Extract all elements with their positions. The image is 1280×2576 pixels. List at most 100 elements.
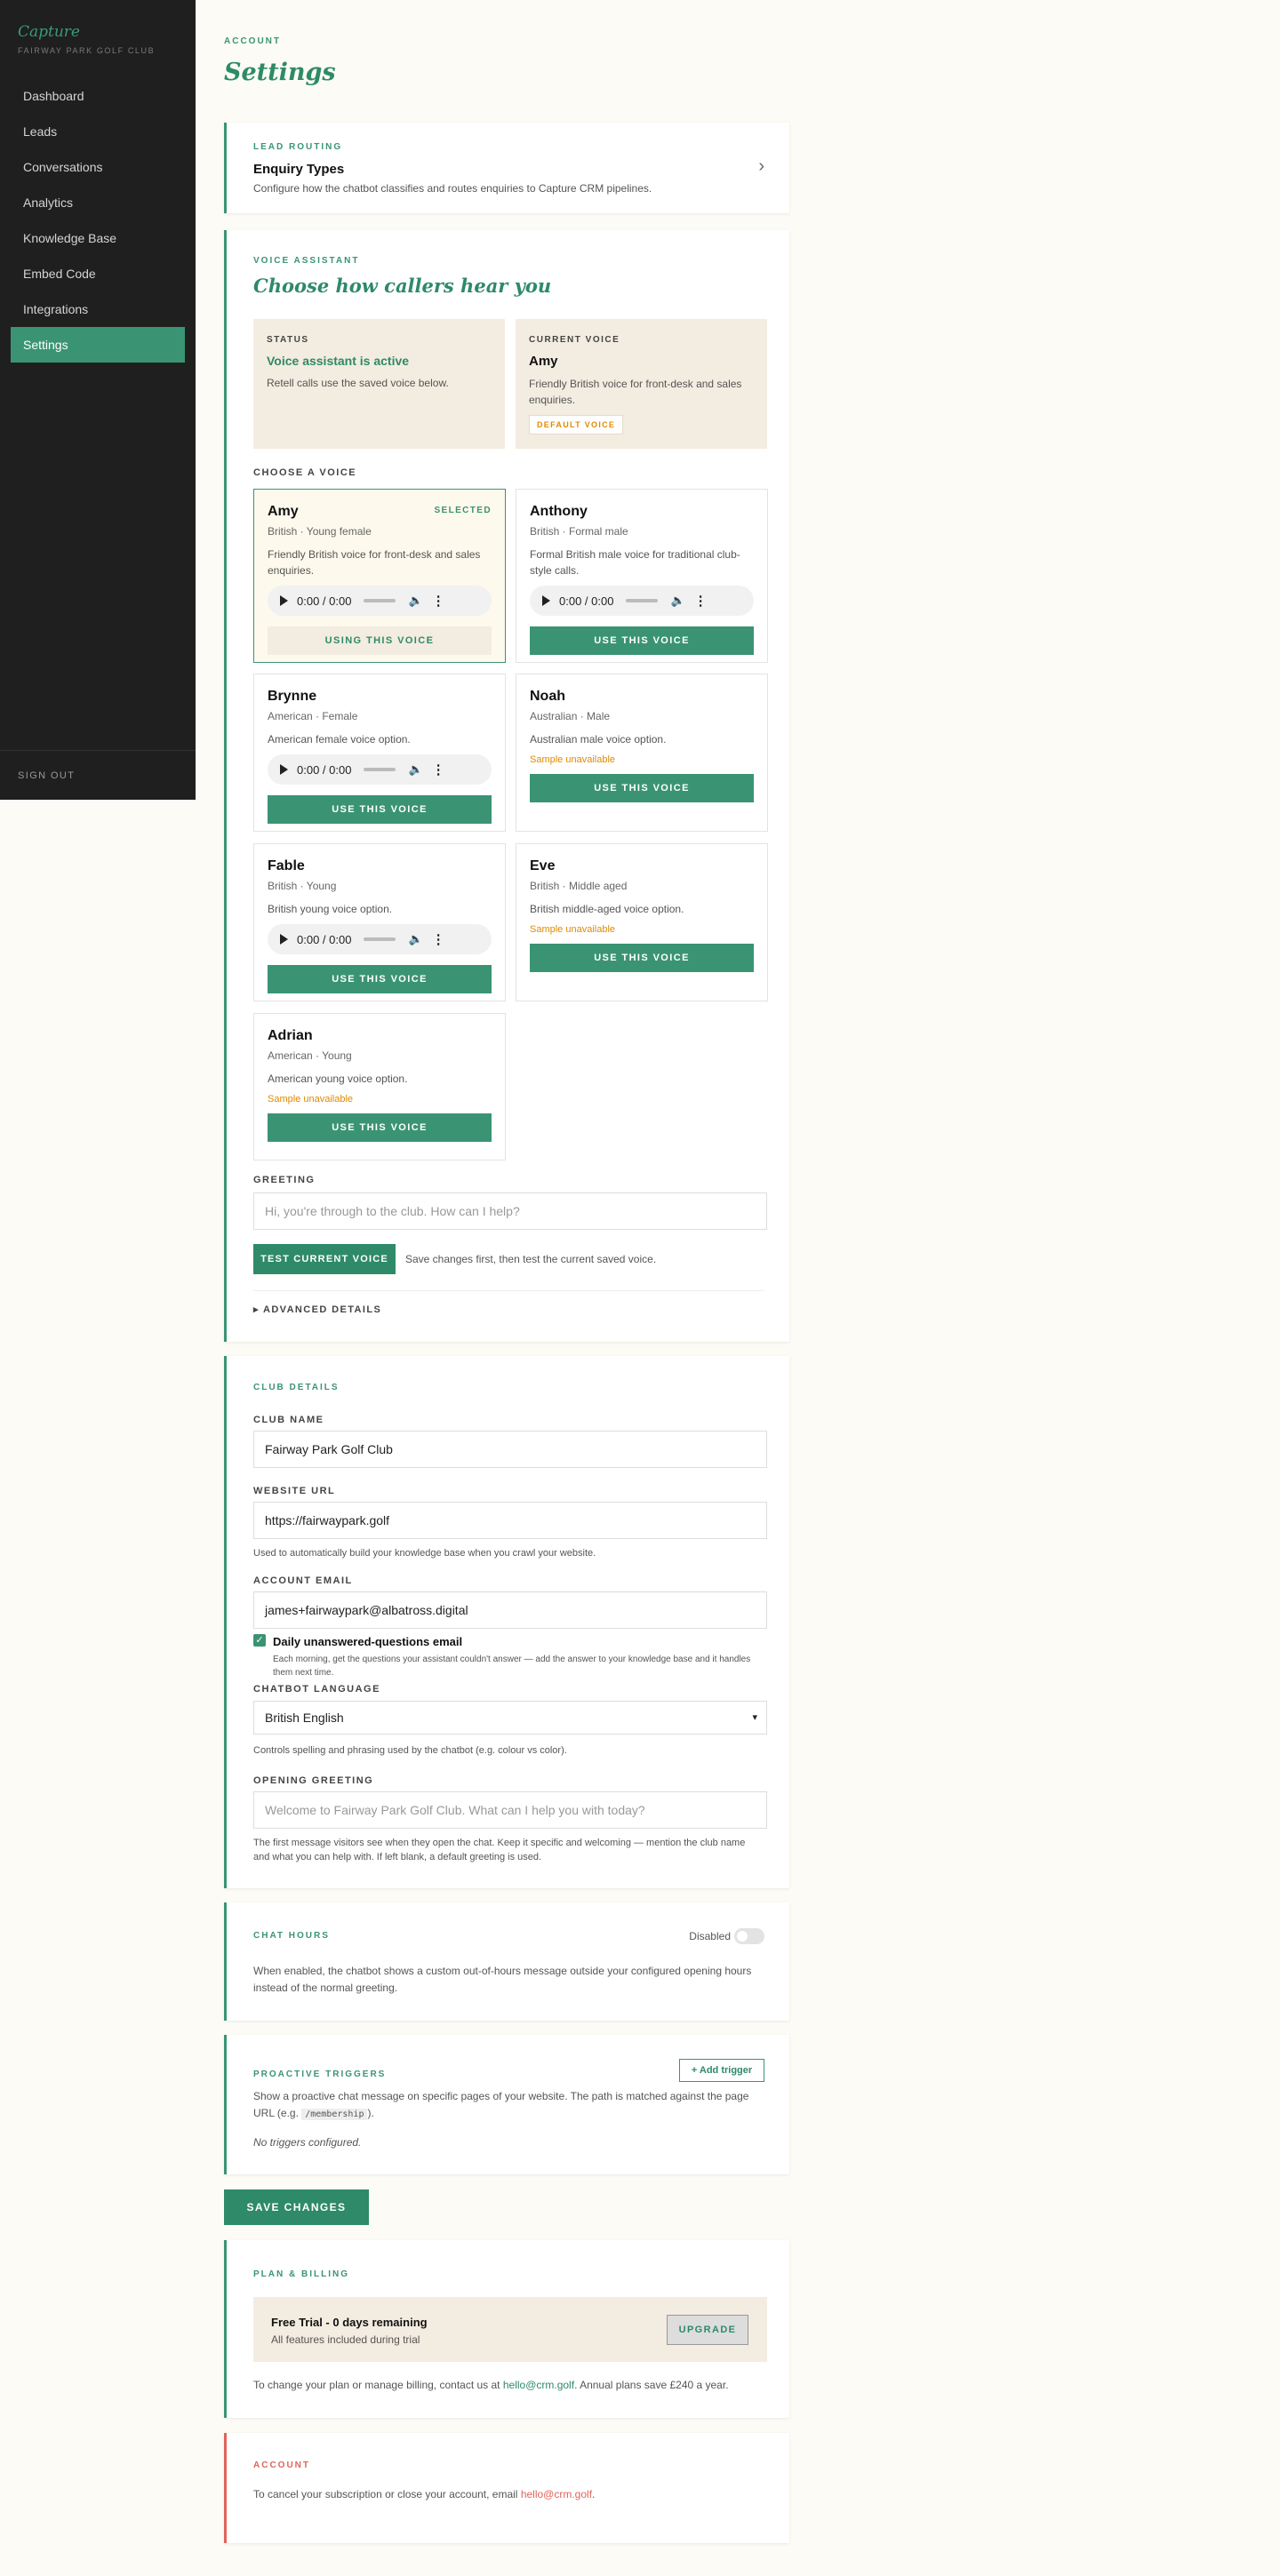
use-this-voice-button[interactable]: USE THIS VOICE: [530, 944, 754, 972]
plan-subtitle: All features included during trial: [271, 2333, 420, 2346]
sign-out-link[interactable]: SIGN OUT: [18, 770, 75, 781]
current-voice-desc: Friendly British voice for front-desk an…: [529, 378, 742, 406]
proactive-triggers-card: PROACTIVE TRIGGERS + Add trigger Show a …: [224, 2035, 789, 2174]
opening-greeting-help: The first message visitors see when they…: [253, 1838, 746, 1862]
website-url-help: Used to automatically build your knowled…: [253, 1548, 596, 1559]
use-this-voice-button[interactable]: USE THIS VOICE: [268, 795, 492, 824]
voice-desc: Formal British male voice for traditiona…: [530, 548, 740, 577]
seek-bar[interactable]: [626, 599, 659, 602]
sidebar-item-leads[interactable]: Leads: [11, 114, 185, 149]
sidebar-item-settings[interactable]: Settings: [11, 327, 185, 363]
use-this-voice-button[interactable]: USE THIS VOICE: [530, 626, 754, 655]
sidebar-item-dashboard[interactable]: Dashboard: [11, 78, 185, 114]
choose-voice-label: CHOOSE A VOICE: [253, 467, 357, 478]
play-icon[interactable]: [280, 934, 288, 945]
voice-meta: American · Young: [268, 1049, 352, 1062]
sidebar-item-analytics[interactable]: Analytics: [11, 185, 185, 220]
website-url-input[interactable]: https://fairwaypark.golf: [253, 1502, 767, 1539]
sidebar-item-conversations[interactable]: Conversations: [11, 149, 185, 185]
player-time: 0:00 / 0:00: [297, 594, 352, 608]
add-trigger-button[interactable]: + Add trigger: [679, 2059, 764, 2082]
voice-card-noah[interactable]: Noah Australian · Male Australian male v…: [516, 674, 768, 832]
sidebar-item-embed-code[interactable]: Embed Code: [11, 256, 185, 291]
toggle-knob: [737, 1931, 748, 1942]
sample-unavailable: Sample unavailable: [268, 1094, 354, 1105]
plan-billing-eyebrow: PLAN & BILLING: [253, 2269, 349, 2279]
play-icon[interactable]: [280, 595, 288, 606]
use-this-voice-button[interactable]: USE THIS VOICE: [530, 774, 754, 802]
cancel-text-end: .: [592, 2488, 596, 2500]
use-this-voice-button[interactable]: USE THIS VOICE: [268, 965, 492, 993]
chat-hours-toggle[interactable]: [734, 1928, 764, 1944]
voice-card-amy[interactable]: SELECTED Amy British · Young female Frie…: [253, 489, 506, 663]
voice-card-brynne[interactable]: Brynne American · Female American female…: [253, 674, 506, 832]
seek-bar[interactable]: [364, 599, 396, 602]
website-url-label: WEBSITE URL: [253, 1486, 336, 1496]
use-this-voice-button[interactable]: USE THIS VOICE: [268, 1113, 492, 1142]
billing-email-link[interactable]: hello@crm.golf: [503, 2379, 574, 2391]
sample-unavailable: Sample unavailable: [530, 754, 616, 765]
sidebar-item-integrations[interactable]: Integrations: [11, 291, 185, 327]
play-icon[interactable]: [280, 764, 288, 775]
volume-icon[interactable]: 🔈: [408, 932, 422, 946]
sidebar: Capture FAIRWAY PARK GOLF CLUB Dashboard…: [0, 0, 196, 800]
voice-meta: American · Female: [268, 710, 358, 722]
sidebar-item-knowledge-base[interactable]: Knowledge Base: [11, 220, 185, 256]
page-title: Settings: [224, 59, 336, 86]
account-email-link[interactable]: hello@crm.golf: [521, 2488, 592, 2500]
more-options-icon[interactable]: ⋮: [694, 593, 708, 609]
voice-desc: American female voice option.: [268, 733, 411, 746]
plan-title: Free Trial - 0 days remaining: [271, 2316, 428, 2329]
status-desc: Retell calls use the saved voice below.: [267, 377, 449, 389]
voice-desc: Australian male voice option.: [530, 733, 667, 746]
more-options-icon[interactable]: ⋮: [432, 762, 445, 778]
voice-meta: British · Middle aged: [530, 880, 628, 892]
brand-logo[interactable]: Capture: [18, 23, 80, 41]
daily-email-label[interactable]: Daily unanswered-questions email: [273, 1635, 462, 1648]
lead-routing-card[interactable]: LEAD ROUTING Enquiry Types Configure how…: [224, 123, 789, 213]
club-details-card: CLUB DETAILS CLUB NAME Fairway Park Golf…: [224, 1356, 789, 1888]
using-this-voice-button[interactable]: USING THIS VOICE: [268, 626, 492, 655]
voice-name: Noah: [530, 689, 565, 704]
plan-billing-card: PLAN & BILLING Free Trial - 0 days remai…: [224, 2240, 789, 2418]
sample-unavailable: Sample unavailable: [530, 924, 616, 935]
more-options-icon[interactable]: ⋮: [432, 931, 445, 947]
chatbot-language-value: British English: [265, 1711, 344, 1725]
club-name-input[interactable]: Fairway Park Golf Club: [253, 1431, 767, 1468]
membership-path-code: /membership: [301, 2109, 368, 2120]
voice-card-adrian[interactable]: Adrian American · Young American young v…: [253, 1013, 506, 1160]
voice-card-eve[interactable]: Eve British · Middle aged British middle…: [516, 843, 768, 1001]
audio-player[interactable]: 0:00 / 0:00 🔈 ⋮: [268, 586, 492, 616]
save-changes-button[interactable]: SAVE CHANGES: [224, 2189, 369, 2225]
volume-icon[interactable]: 🔈: [670, 594, 684, 608]
volume-icon[interactable]: 🔈: [408, 762, 422, 777]
opening-greeting-input[interactable]: Welcome to Fairway Park Golf Club. What …: [253, 1791, 767, 1829]
lead-routing-eyebrow: LEAD ROUTING: [253, 142, 343, 152]
account-email-input[interactable]: james+fairwaypark@albatross.digital: [253, 1591, 767, 1629]
play-icon[interactable]: [542, 595, 550, 606]
billing-note-start: To change your plan or manage billing, c…: [253, 2379, 503, 2391]
daily-email-checkbox[interactable]: ✓: [253, 1634, 266, 1647]
no-triggers-text: No triggers configured.: [253, 2136, 362, 2149]
volume-icon[interactable]: 🔈: [408, 594, 422, 608]
audio-player[interactable]: 0:00 / 0:00 🔈 ⋮: [268, 924, 492, 954]
status-box: STATUS Voice assistant is active Retell …: [253, 319, 505, 449]
test-current-voice-button[interactable]: TEST CURRENT VOICE: [253, 1244, 396, 1274]
audio-player[interactable]: 0:00 / 0:00 🔈 ⋮: [530, 586, 754, 616]
seek-bar[interactable]: [364, 768, 396, 771]
seek-bar[interactable]: [364, 937, 396, 941]
more-options-icon[interactable]: ⋮: [432, 593, 445, 609]
advanced-details-toggle[interactable]: ▸ ADVANCED DETAILS: [253, 1304, 763, 1315]
enquiry-types-desc: Configure how the chatbot classifies and…: [253, 182, 652, 195]
greeting-input[interactable]: Hi, you're through to the club. How can …: [253, 1192, 767, 1230]
audio-player[interactable]: 0:00 / 0:00 🔈 ⋮: [268, 754, 492, 785]
chevron-right-icon[interactable]: ›: [758, 156, 764, 177]
voice-card-anthony[interactable]: Anthony British · Formal male Formal Bri…: [516, 489, 768, 663]
upgrade-button[interactable]: UPGRADE: [667, 2315, 748, 2345]
cancel-account-text: To cancel your subscription or close you…: [253, 2488, 763, 2500]
default-voice-badge: DEFAULT VOICE: [529, 415, 624, 435]
voice-card-fable[interactable]: Fable British · Young British young voic…: [253, 843, 506, 1001]
billing-note-end: . Annual plans save £240 a year.: [574, 2379, 729, 2391]
voice-name: Adrian: [268, 1028, 313, 1043]
chatbot-language-select[interactable]: British English ▾: [253, 1701, 767, 1735]
